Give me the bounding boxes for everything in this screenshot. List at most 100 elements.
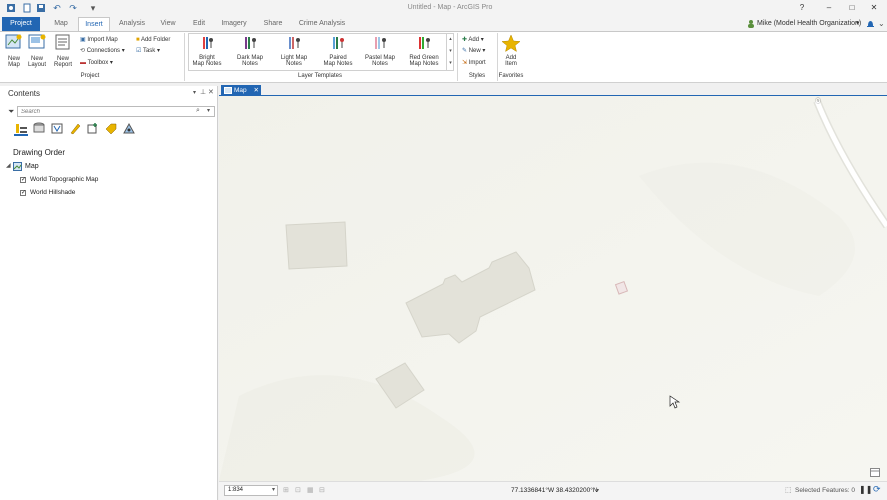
list-by-perspective-icon[interactable] [122,122,136,137]
contents-toolbar [14,122,136,138]
folder-icon: ■ [136,37,140,43]
redo-icon[interactable]: ↷ [68,3,78,13]
refresh-icon[interactable]: ⟳ [873,484,881,495]
search-icon[interactable]: ⌕ [196,107,200,115]
paired-map-notes-icon [333,37,344,49]
add-item-button[interactable]: Add Item [500,34,522,72]
new-layout-icon [28,34,46,49]
style-import-button[interactable]: ⇲ Import [462,58,486,68]
style-new-button[interactable]: ✎ New ▾ [462,46,485,56]
style-import-icon: ⇲ [462,60,468,66]
list-by-drawing-order-icon[interactable] [14,122,28,136]
gallery-up-icon[interactable]: ▴ [447,33,454,45]
contents-close-button[interactable]: ✕ [208,88,214,96]
undo-icon[interactable]: ↶ [52,3,62,13]
task-icon: ☑ [136,48,142,54]
search-dropdown-icon[interactable]: ▾ [207,107,210,114]
pane-options-icon[interactable]: ▾ [193,89,196,96]
template-red-green-l2: Map Notes [409,61,439,67]
gallery-down-icon[interactable]: ▾ [447,45,454,57]
template-light-map-notes[interactable]: Light Map Notes [276,35,312,69]
tab-edit[interactable]: Edit [186,17,212,31]
template-bright-map-notes[interactable]: Bright Map Notes [190,35,224,69]
scale-dropdown-icon[interactable]: ▾ [272,486,275,495]
map-widget-icon[interactable] [870,468,880,477]
pause-drawing-icon[interactable]: ❚❚ [859,485,872,494]
template-dark-map-notes[interactable]: Dark Map Notes [232,35,268,69]
tab-crime-analysis[interactable]: Crime Analysis [294,17,350,31]
filter-icon[interactable]: ⏷ [8,107,14,117]
list-by-selection-icon[interactable] [50,122,64,137]
tab-view[interactable]: View [154,17,182,31]
zoom-full-extent-icon[interactable]: ⊡ [295,486,301,494]
coordinate-format-dropdown-icon[interactable]: ▾ [596,487,599,494]
maximize-button[interactable]: □ [845,2,859,14]
coordinate-readout: 77.1336841°W 38.4320200°N [511,487,598,494]
list-by-editing-icon[interactable] [68,122,82,137]
template-dark-l2: Notes [242,61,258,67]
new-report-button[interactable]: New Report [52,34,74,72]
save-icon[interactable] [36,3,46,13]
map-expand-icon[interactable]: ◢ [6,162,11,169]
toolbox-button[interactable]: ▬ Toolbox ▾ [80,58,113,68]
layer-checkbox-world-hillshade[interactable]: ✓ [20,190,26,196]
style-add-label: Add [468,37,480,43]
new-map-button[interactable]: New Map [4,34,24,72]
contents-search-box[interactable]: ⌕ ▾ [17,106,215,117]
task-button[interactable]: ☑ Task ▾ [136,46,160,56]
search-input[interactable] [18,107,188,116]
style-add-button[interactable]: ✚ Add ▾ [462,35,484,45]
map-tab-close-icon[interactable]: ✕ [253,87,258,94]
list-by-snapping-icon[interactable] [86,122,100,137]
customize-toolbar-icon[interactable]: ▾ [88,3,98,13]
gallery-expand-icon[interactable]: ▾ [447,57,454,69]
minimize-button[interactable]: – [822,2,836,14]
layer-world-hillshade[interactable]: World Hillshade [30,189,75,196]
task-label: Task [142,48,156,54]
style-new-label: New [468,48,481,54]
new-layout-button[interactable]: New Layout [26,34,48,72]
snapping-icon[interactable]: ⊟ [319,486,325,494]
scale-selector[interactable]: 1:834 ▾ [224,485,278,496]
template-red-green-map-notes[interactable]: Red Green Map Notes [406,35,442,69]
tab-imagery[interactable]: Imagery [216,17,252,31]
new-project-icon[interactable] [22,3,32,13]
bright-map-notes-icon [203,37,213,49]
template-paired-map-notes[interactable]: Paired Map Notes [320,35,356,69]
template-paired-l2: Map Notes [323,61,353,67]
add-folder-button[interactable]: ■ Add Folder [136,35,170,45]
layer-world-topographic-map[interactable]: World Topographic Map [30,176,98,183]
template-light-l2: Notes [286,61,302,67]
template-pastel-map-notes[interactable]: Pastel Map Notes [362,35,398,69]
user-name[interactable]: Mike (Model Health Organization) [757,19,861,29]
add-item-l2: Item [505,61,517,67]
grid-icon[interactable]: ▦ [307,486,314,494]
close-button[interactable]: ✕ [867,2,881,14]
app-icon [6,3,16,13]
new-layout-label: New Layout [27,56,46,68]
ribbon-collapse-icon[interactable]: ⌄ [878,19,885,29]
map-canvas[interactable]: ⓢ [219,96,887,481]
map-node-label[interactable]: Map [25,163,39,170]
help-button[interactable]: ? [795,2,809,14]
tab-analysis[interactable]: Analysis [114,17,150,31]
layer-checkbox-world-topographic-map[interactable]: ✓ [20,177,26,183]
selected-features-count[interactable]: Selected Features: 0 [795,487,855,494]
selection-icon: ⬚ [785,487,792,494]
user-dropdown-icon[interactable]: ▾ [856,19,860,29]
gallery-scroll[interactable]: ▴ ▾ ▾ [446,33,454,71]
pin-icon[interactable]: ⊥ [200,88,206,96]
import-map-button[interactable]: ▣ Import Map [80,35,118,45]
tab-share[interactable]: Share [258,17,288,31]
tab-project[interactable]: Project [2,17,40,31]
fixed-zoom-icon[interactable]: ⊞ [283,486,289,494]
list-by-data-source-icon[interactable] [32,122,46,137]
list-by-labeling-icon[interactable] [104,122,118,137]
toolbox-label: Toolbox [87,60,109,66]
tab-insert[interactable]: Insert [78,17,110,31]
dark-map-notes-icon [245,37,256,49]
notification-icon[interactable] [866,19,875,29]
connections-button[interactable]: ⟲ Connections ▾ [80,46,125,56]
tab-map[interactable]: Map [46,17,76,31]
drawing-order-heading: Drawing Order [13,148,66,157]
